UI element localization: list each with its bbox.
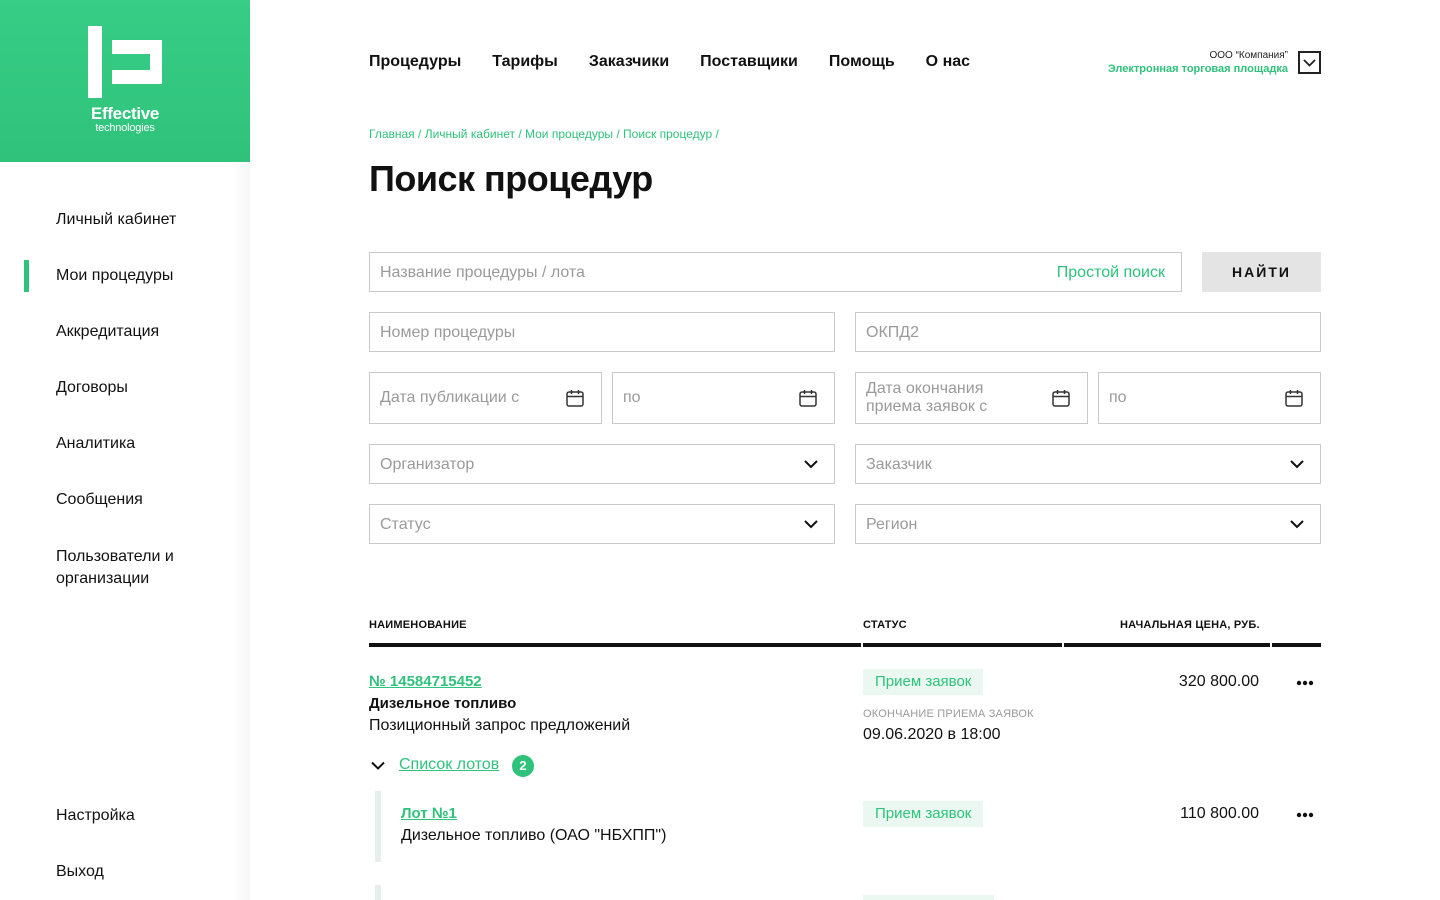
chevron-down-icon — [804, 460, 818, 469]
end-date-from-line2: приема заявок с — [866, 398, 988, 415]
find-button[interactable]: НАЙТИ — [1202, 252, 1321, 292]
publication-date-to-placeholder: по — [623, 389, 641, 406]
breadcrumb-search[interactable]: Поиск процедур — [623, 127, 712, 141]
sidebar-item-messages[interactable]: Сообщения — [56, 489, 226, 511]
calendar-icon[interactable] — [798, 388, 818, 408]
sidebar-item-my-procedures[interactable]: Мои процедуры — [56, 265, 226, 287]
lot-price: 110 800.00 — [1180, 805, 1259, 822]
lot-title: Дизельное топливо (ОАО "НБХПП") — [401, 827, 667, 844]
logo-icon — [88, 26, 162, 98]
deadline-label: ОКОНЧАНИЕ ПРИЕМА ЗАЯВОК — [863, 708, 1034, 720]
okpd2-input[interactable]: ОКПД2 — [855, 312, 1321, 352]
column-header-status[interactable]: СТАТУС — [863, 619, 907, 631]
publication-date-from-input[interactable]: Дата публикации с — [369, 372, 602, 424]
procedure-number-input[interactable]: Номер процедуры — [369, 312, 835, 352]
breadcrumb-home[interactable]: Главная — [369, 127, 415, 141]
lot-indicator — [375, 885, 381, 900]
active-indicator — [24, 260, 29, 292]
breadcrumb-cabinet[interactable]: Личный кабинет — [425, 127, 515, 141]
customer-select[interactable]: Заказчик — [855, 444, 1321, 484]
status-select[interactable]: Статус — [369, 504, 835, 544]
nav-about[interactable]: О нас — [926, 52, 970, 72]
organizer-select[interactable]: Организатор — [369, 444, 835, 484]
lots-list-toggle[interactable]: Список лотов — [399, 756, 499, 774]
column-header-price[interactable]: НАЧАЛЬНАЯ ЦЕНА, РУБ. — [1120, 619, 1260, 631]
calendar-icon[interactable] — [1284, 388, 1304, 408]
end-date-from-line1: Дата окончания — [866, 380, 984, 397]
nav-help[interactable]: Помощь — [829, 52, 895, 72]
lot-indicator — [375, 791, 381, 862]
top-nav: Процедуры Тарифы Заказчики Поставщики По… — [369, 52, 1001, 72]
calendar-icon[interactable] — [565, 388, 585, 408]
more-options-icon[interactable] — [1296, 812, 1314, 818]
nav-procedures[interactable]: Процедуры — [369, 52, 461, 72]
lots-count-badge: 2 — [512, 755, 534, 777]
page-title: Поиск процедур — [369, 158, 653, 199]
breadcrumb-my-procedures[interactable]: Мои процедуры — [525, 127, 613, 141]
status-badge — [863, 895, 994, 900]
chevron-down-icon — [1303, 58, 1316, 67]
procedure-price: 320 800.00 — [1178, 673, 1259, 690]
nav-customers[interactable]: Заказчики — [589, 52, 669, 72]
customer-placeholder: Заказчик — [866, 456, 932, 473]
procedure-name-placeholder: Название процедуры / лота — [380, 264, 585, 281]
sidebar: Effective technologies Личный кабинет Мо… — [0, 0, 250, 900]
sidebar-item-logout[interactable]: Выход — [56, 861, 226, 883]
platform-name: Электронная торговая площадка — [1107, 63, 1288, 75]
status-placeholder: Статус — [380, 516, 431, 533]
procedure-type: Позиционный запрос предложений — [369, 717, 631, 734]
header-divider — [1064, 643, 1270, 647]
publication-date-to-input[interactable]: по — [612, 372, 835, 424]
chevron-down-icon — [804, 520, 818, 529]
status-badge: Прием заявок — [863, 669, 984, 695]
chevron-down-icon — [1290, 460, 1304, 469]
okpd2-placeholder: ОКПД2 — [866, 324, 919, 341]
simple-search-link[interactable]: Простой поиск — [1057, 263, 1165, 283]
more-options-icon[interactable] — [1296, 680, 1314, 686]
header-divider — [863, 643, 1062, 647]
region-select[interactable]: Регион — [855, 504, 1321, 544]
logo[interactable]: Effective technologies — [0, 0, 250, 162]
chevron-down-icon — [1290, 520, 1304, 529]
sidebar-item-settings[interactable]: Настройка — [56, 805, 226, 827]
header-divider — [1272, 643, 1321, 647]
sidebar-item-users-orgs[interactable]: Пользователи и организации — [56, 546, 196, 590]
calendar-icon[interactable] — [1051, 388, 1071, 408]
publication-date-from-placeholder: Дата публикации с — [380, 389, 520, 406]
end-date-to-input[interactable]: по — [1098, 372, 1321, 424]
end-date-from-input[interactable]: Дата окончания приема заявок с — [855, 372, 1088, 424]
sidebar-item-accreditation[interactable]: Аккредитация — [56, 321, 226, 343]
end-date-to-placeholder: по — [1109, 389, 1127, 406]
logo-text: Effective — [90, 104, 160, 123]
deadline-value: 09.06.2020 в 18:00 — [863, 726, 1001, 743]
logo-subtext: technologies — [95, 122, 155, 134]
organizer-placeholder: Организатор — [380, 456, 475, 473]
lot-number-link[interactable]: Лот №1 — [401, 805, 457, 822]
procedure-name-input[interactable]: Название процедуры / лота Простой поиск — [369, 252, 1182, 292]
procedure-title: Дизельное топливо — [369, 695, 517, 712]
column-header-name[interactable]: НАИМЕНОВАНИЕ — [369, 619, 467, 631]
sidebar-item-analytics[interactable]: Аналитика — [56, 433, 226, 455]
nav-tariffs[interactable]: Тарифы — [492, 52, 558, 72]
region-placeholder: Регион — [866, 516, 918, 533]
company-info[interactable]: ООО “Компания” Электронная торговая площ… — [1108, 50, 1288, 76]
nav-suppliers[interactable]: Поставщики — [700, 52, 798, 72]
header-divider — [369, 643, 861, 647]
status-badge: Прием заявок — [863, 801, 984, 827]
sidebar-item-cabinet[interactable]: Личный кабинет — [56, 209, 226, 231]
chevron-down-icon[interactable] — [371, 761, 385, 770]
end-date-from-placeholder: Дата окончания приема заявок с — [866, 380, 987, 416]
procedure-number-placeholder: Номер процедуры — [380, 324, 516, 341]
sidebar-item-contracts[interactable]: Договоры — [56, 377, 226, 399]
breadcrumb: Главная / Личный кабинет / Мои процедуры… — [369, 127, 719, 141]
company-name: ООО “Компания” — [1209, 50, 1288, 61]
company-dropdown-button[interactable] — [1298, 51, 1321, 74]
procedure-number-link[interactable]: № 14584715452 — [369, 673, 482, 690]
